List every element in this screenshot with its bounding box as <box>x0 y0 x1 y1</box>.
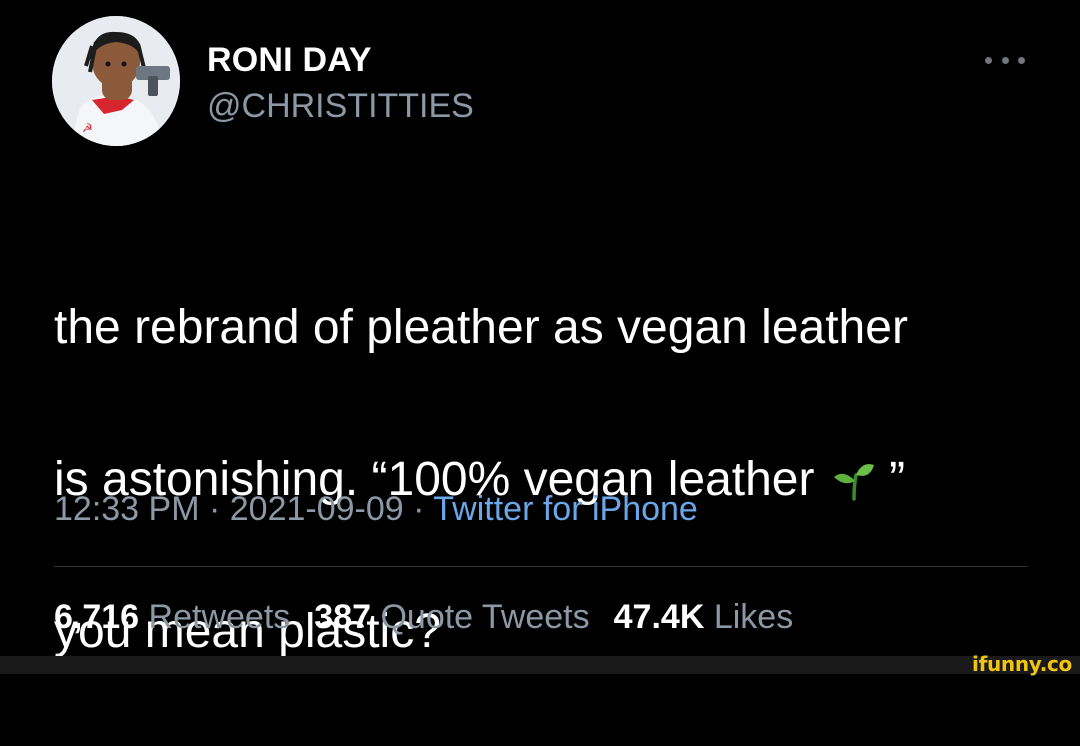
tweet-source-link[interactable]: Twitter for iPhone <box>433 490 698 528</box>
sprout-icon <box>832 448 876 524</box>
svg-text:☭: ☭ <box>82 121 93 135</box>
dot <box>985 56 992 64</box>
meta-separator: · <box>403 490 434 528</box>
author-handle[interactable]: @CHRISTITTIES <box>207 87 474 126</box>
ifunny-watermark: ifunny.co <box>972 652 1072 676</box>
author-name[interactable]: RONI DAY <box>207 41 372 80</box>
retweets-label: Retweets <box>148 598 291 636</box>
quote-tweets-label: Quote Tweets <box>380 598 590 636</box>
quote-tweets-count: 387 <box>314 598 372 636</box>
author-avatar[interactable]: ☭ <box>52 16 180 146</box>
tweet-line-1: the rebrand of pleather as vegan leather <box>54 301 908 354</box>
tweet-time[interactable]: 12:33 PM <box>54 490 200 528</box>
likes-label: Likes <box>713 598 794 636</box>
retweets-stat[interactable]: 6,716 Retweets <box>54 598 290 636</box>
meta-separator: · <box>199 490 230 528</box>
quote-tweets-stat[interactable]: 387 Quote Tweets <box>314 598 589 636</box>
likes-stat[interactable]: 47.4K Likes <box>614 598 794 636</box>
more-options-icon[interactable] <box>985 50 1025 70</box>
tweet-meta: 12:33 PM · 2021-09-09 · Twitter for iPho… <box>54 490 698 529</box>
dot <box>1001 56 1009 64</box>
divider <box>54 566 1028 567</box>
tweet-date[interactable]: 2021-09-09 <box>230 490 404 528</box>
likes-count: 47.4K <box>613 598 705 636</box>
tweet-line-2-close-quote: ” <box>875 453 906 506</box>
dot <box>1018 56 1025 64</box>
watermark-bar <box>0 656 1080 674</box>
retweets-count: 6,716 <box>54 598 140 636</box>
tweet-stats: 6,716 Retweets 387 Quote Tweets 47.4K Like… <box>54 598 793 637</box>
